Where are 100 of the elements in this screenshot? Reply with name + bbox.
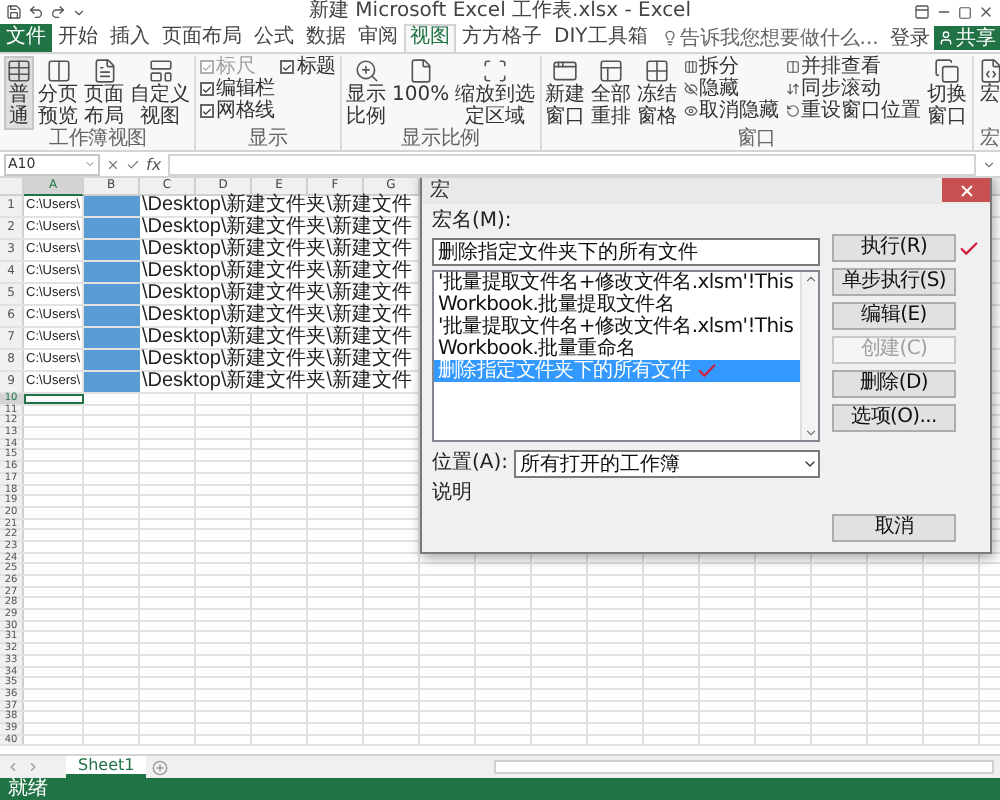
cell-text: \Desktop\新建文件夹\新建文件 — [140, 350, 413, 370]
person-icon — [938, 30, 954, 46]
save-icon — [6, 4, 22, 20]
undo-icon — [28, 4, 44, 20]
sign-in-link[interactable]: 登录 — [886, 24, 934, 52]
macro-list-item[interactable]: '批量提取文件名+修改文件名.xlsm'!ThisWorkbook.批量重命名 — [434, 316, 800, 360]
check-icon — [696, 360, 719, 382]
ribbon-button[interactable]: 显示比例 — [344, 56, 389, 130]
dialog-button[interactable]: 编辑(E) — [832, 302, 956, 330]
previous-icon — [6, 760, 20, 774]
columns-icon — [45, 58, 71, 84]
dialog-button[interactable]: 删除(D) — [832, 370, 956, 398]
tell-me-field[interactable]: 告诉我您想要做什么... — [657, 24, 883, 52]
check-icon — [958, 237, 980, 259]
ribbon-button[interactable]: 拆分 — [681, 56, 782, 78]
ribbon-button[interactable]: 100% — [390, 56, 452, 108]
cell-text: \Desktop\新建文件夹\新建文件 — [140, 284, 413, 304]
ribbon-tab[interactable]: 插入 — [104, 24, 156, 52]
ribbon-tab[interactable]: 页面布局 — [156, 24, 248, 52]
checkbox[interactable] — [280, 60, 295, 74]
ribbon-button[interactable]: 隐藏 — [681, 78, 782, 100]
cell-text: \Desktop\新建文件夹\新建文件 — [140, 196, 413, 216]
ribbon-button[interactable]: 全部重排 — [589, 56, 634, 130]
caret-icon — [982, 157, 996, 171]
checkbox[interactable] — [200, 82, 214, 96]
code-file-icon — [977, 58, 1000, 84]
ribbon-button[interactable]: 页面布局 — [82, 56, 126, 130]
ribbon-button[interactable]: 缩放到选定区域 — [453, 56, 538, 130]
ribbon-button[interactable]: 新建窗口 — [543, 56, 588, 130]
scan-frame-icon — [482, 58, 509, 84]
status-text: 就绪 — [8, 778, 48, 800]
window-icon — [552, 58, 579, 84]
document-icon — [91, 58, 117, 84]
ribbon-button[interactable]: 冻结窗格 — [635, 56, 680, 130]
ribbon-tab[interactable]: 审阅 — [352, 24, 404, 52]
maximize-icon — [958, 5, 972, 19]
next-icon — [26, 760, 40, 774]
cancel-button[interactable]: 取消 — [832, 514, 956, 542]
group-label: 窗口 — [734, 128, 778, 150]
checkbox-label: 编辑栏 — [216, 78, 275, 100]
panel-icon — [914, 4, 930, 20]
dialog-title: 宏 — [430, 178, 450, 204]
macro-name-field[interactable]: 删除指定文件夹下的所有文件 — [432, 238, 820, 266]
ribbon-button[interactable]: 普通 — [4, 56, 34, 130]
ribbon-tab[interactable]: 公式 — [248, 24, 300, 52]
ribbon-button[interactable]: 重设窗口位置 — [783, 100, 924, 122]
function-label[interactable]: fx — [146, 155, 162, 173]
rotate-icon — [785, 104, 800, 118]
redo-icon — [50, 4, 66, 20]
eye-icon — [683, 104, 698, 118]
cell-text: \Desktop\新建文件夹\新建文件 — [140, 372, 413, 392]
cell-text: \Desktop\新建文件夹\新建文件 — [140, 240, 413, 260]
copy-icon — [934, 58, 961, 84]
location-dropdown[interactable]: 所有打开的工作簿 — [514, 450, 820, 478]
macro-list-item[interactable]: '批量提取文件名+修改文件名.xlsm'!ThisWorkbook.批量提取文件名 — [434, 272, 800, 316]
ribbon-button[interactable]: 分页预览 — [36, 56, 80, 130]
ribbon-tab[interactable]: DIY工具箱 — [548, 24, 654, 52]
checkbox[interactable] — [200, 104, 214, 118]
field-label: 说明 — [432, 482, 474, 506]
ribbon-tab[interactable]: 方方格子 — [456, 24, 548, 52]
field-label: 位置(A): — [432, 452, 509, 476]
checkbox-label: 网格线 — [216, 100, 275, 122]
columns-icon — [785, 60, 800, 74]
active-cell[interactable] — [24, 394, 84, 404]
cell-text: \Desktop\新建文件夹\新建文件 — [140, 306, 413, 326]
formula-field[interactable] — [167, 153, 976, 175]
ribbon-button[interactable]: 自定义视图 — [128, 56, 192, 130]
scroll-up-icon — [803, 272, 817, 286]
checkbox-label: 标尺 — [216, 56, 256, 78]
lightbulb-icon — [661, 30, 678, 46]
sheet-tab[interactable]: Sheet1 — [66, 756, 147, 778]
eye-off-icon — [683, 82, 698, 96]
ribbon-tab[interactable]: 文件 — [0, 24, 52, 52]
group-label: 工作簿视图 — [46, 128, 149, 150]
ribbon-button[interactable]: 宏 — [975, 56, 1000, 108]
check-icon — [126, 157, 140, 171]
scrollbar[interactable] — [800, 272, 818, 440]
ribbon-tab[interactable]: 视图 — [404, 24, 456, 52]
panels-icon — [598, 58, 625, 84]
dialog-button[interactable]: 单步执行(S) — [832, 268, 956, 296]
ribbon-button[interactable]: 同步滚动 — [783, 78, 924, 100]
share-button[interactable]: 共享 — [934, 26, 1000, 50]
arrows-icon — [785, 82, 800, 96]
ribbon-tab[interactable]: 开始 — [52, 24, 104, 52]
dialog-button[interactable]: 执行(R) — [832, 234, 956, 262]
group-label: 显示比例 — [399, 128, 482, 150]
layout-icon — [147, 58, 173, 84]
table-icon — [6, 58, 32, 84]
horizontal-scrollbar[interactable] — [494, 760, 994, 774]
field-label: 宏名(M): — [432, 210, 514, 234]
close-button[interactable] — [942, 178, 990, 202]
ribbon-tab[interactable]: 数据 — [300, 24, 352, 52]
ribbon-button[interactable]: 并排查看 — [783, 56, 924, 78]
group-label: 显示 — [246, 128, 290, 150]
dialog-button[interactable]: 选项(O)... — [832, 404, 956, 432]
grid-icon — [644, 58, 671, 84]
caret-icon — [84, 158, 96, 170]
ribbon-button[interactable]: 取消隐藏 — [681, 100, 782, 122]
cell-text: \Desktop\新建文件夹\新建文件 — [140, 218, 413, 238]
ribbon-button[interactable]: 切换窗口 — [925, 56, 970, 130]
